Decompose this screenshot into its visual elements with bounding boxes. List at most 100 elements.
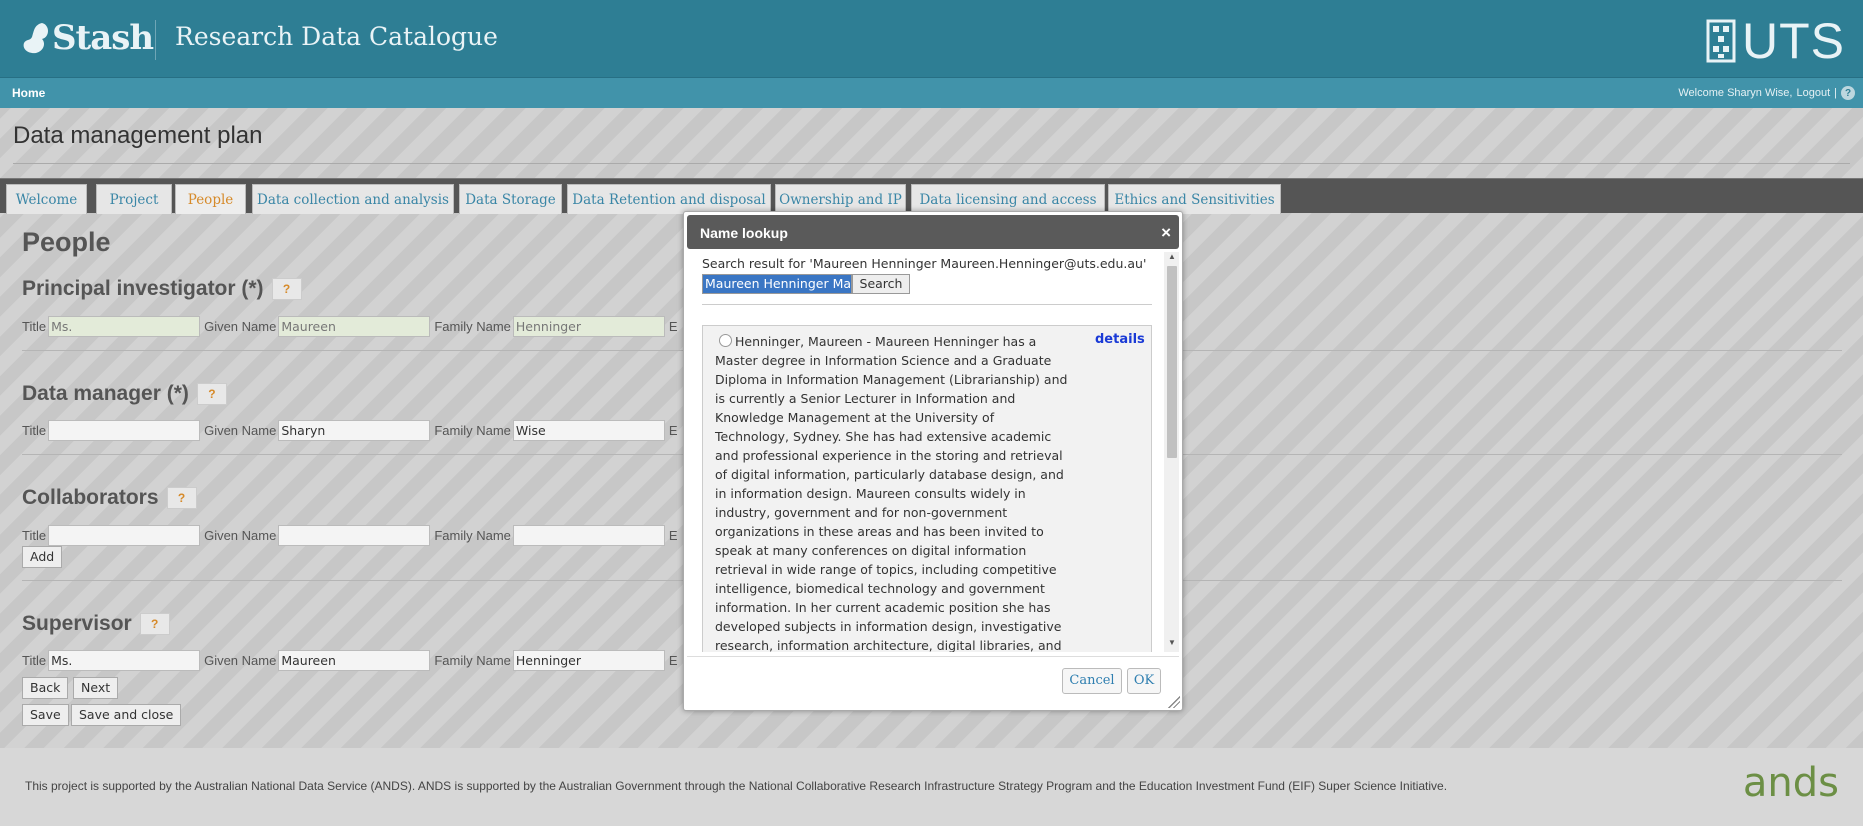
footer-text: This project is supported by the Austral… xyxy=(25,779,1448,793)
user-menu: Welcome Sharyn Wise, Logout | ? xyxy=(1678,86,1855,100)
search-result-item: Henninger, Maureen - Maureen Henninger h… xyxy=(702,325,1152,652)
scroll-down-icon[interactable]: ▼ xyxy=(1168,638,1176,647)
email-label: E xyxy=(668,652,678,668)
nav-pipe: | xyxy=(1834,87,1837,99)
help-button[interactable]: ? xyxy=(139,613,170,636)
title-divider xyxy=(13,163,1850,164)
logout-link[interactable]: Logout xyxy=(1796,87,1830,99)
save-and-close-button[interactable]: Save and close xyxy=(71,704,182,726)
given-name-label: Given Name xyxy=(204,422,277,438)
tab-data-storage[interactable]: Data Storage xyxy=(459,184,562,214)
add-collaborator-button[interactable]: Add xyxy=(22,546,63,568)
dm-title-input[interactable] xyxy=(48,419,201,441)
save-button[interactable]: Save xyxy=(22,704,69,726)
family-name-label: Family Name xyxy=(434,652,511,668)
email-label: E xyxy=(668,422,678,438)
principal-investigator-heading: Principal investigator (*)? xyxy=(22,277,302,301)
collaborators-heading: Collaborators? xyxy=(22,486,197,510)
page-title: Data management plan xyxy=(13,122,263,149)
collaborators-label: Collaborators xyxy=(22,486,159,509)
title-label: Title xyxy=(22,527,47,543)
principal-investigator-label: Principal investigator (*) xyxy=(22,277,264,300)
tab-bar: Welcome Project People Data collection a… xyxy=(0,178,1863,214)
collab-family-name-input[interactable] xyxy=(512,524,665,546)
family-name-label: Family Name xyxy=(434,527,511,543)
title-label: Title xyxy=(22,422,47,438)
dialog-divider xyxy=(702,304,1152,305)
supervisor-row: Title Given Name Family Name E xyxy=(22,649,680,671)
dm-given-name-input[interactable] xyxy=(278,419,431,441)
name-search-input[interactable]: Maureen Henninger Maureen.Henninger@uts.… xyxy=(702,274,852,294)
title-label: Title xyxy=(22,652,47,668)
logo-text: Stash xyxy=(52,18,154,58)
dialog-body: Search result for 'Maureen Henninger Mau… xyxy=(687,252,1167,652)
next-button[interactable]: Next xyxy=(73,677,119,699)
principal-investigator-row: Title Given Name Family Name E xyxy=(22,315,680,337)
help-icon[interactable]: ? xyxy=(1841,86,1855,100)
stash-logo[interactable]: Stash xyxy=(20,18,154,58)
tab-people[interactable]: People xyxy=(175,184,246,214)
uts-logo: UTS xyxy=(1706,16,1845,66)
back-button[interactable]: Back xyxy=(22,677,69,699)
email-label: E xyxy=(668,318,678,334)
dialog-title: Name lookup xyxy=(700,225,788,241)
details-link[interactable]: details xyxy=(1095,332,1145,347)
collab-title-input[interactable] xyxy=(48,524,201,546)
search-result-label: Search result for 'Maureen Henninger Mau… xyxy=(702,256,1147,271)
data-manager-label: Data manager (*) xyxy=(22,382,189,405)
given-name-label: Given Name xyxy=(204,318,277,334)
uts-logo-text: UTS xyxy=(1742,13,1845,69)
given-name-label: Given Name xyxy=(204,652,277,668)
nav-bar: Home Welcome Sharyn Wise, Logout | ? xyxy=(0,78,1863,108)
pi-given-name-input[interactable] xyxy=(278,315,431,337)
dm-family-name-input[interactable] xyxy=(512,419,665,441)
family-name-label: Family Name xyxy=(434,318,511,334)
collab-given-name-input[interactable] xyxy=(278,524,431,546)
supervisor-label: Supervisor xyxy=(22,612,132,635)
family-name-label: Family Name xyxy=(434,422,511,438)
result-description: Henninger, Maureen - Maureen Henninger h… xyxy=(715,334,1068,652)
tab-ethics[interactable]: Ethics and Sensitivities xyxy=(1108,184,1281,214)
ands-logo-text: ands xyxy=(1742,760,1839,806)
dialog-title-bar[interactable]: Name lookup × xyxy=(687,215,1179,249)
email-label: E xyxy=(668,527,678,543)
supervisor-heading: Supervisor? xyxy=(22,612,170,636)
given-name-label: Given Name xyxy=(204,527,277,543)
squirrel-logo-icon xyxy=(23,23,48,54)
tab-data-collection[interactable]: Data collection and analysis xyxy=(252,184,454,214)
welcome-text: Welcome Sharyn Wise, xyxy=(1678,87,1793,99)
site-header: Stash Research Data Catalogue UTS xyxy=(0,0,1863,78)
sup-family-name-input[interactable] xyxy=(512,649,665,671)
close-icon[interactable]: × xyxy=(1161,223,1171,243)
tab-project[interactable]: Project xyxy=(96,184,172,214)
tab-ownership[interactable]: Ownership and IP xyxy=(775,184,906,214)
help-button[interactable]: ? xyxy=(166,487,197,510)
ok-button[interactable]: OK xyxy=(1127,668,1161,694)
data-manager-row: Title Given Name Family Name E xyxy=(22,419,680,441)
tab-data-retention[interactable]: Data Retention and disposal xyxy=(567,184,771,214)
scroll-thumb[interactable] xyxy=(1167,266,1177,458)
ands-logo-icon: ands xyxy=(1743,760,1839,806)
help-button[interactable]: ? xyxy=(271,278,302,301)
pi-title-input[interactable] xyxy=(48,315,201,337)
resize-grip-icon[interactable] xyxy=(1168,696,1180,708)
nav-home-link[interactable]: Home xyxy=(12,86,45,100)
footer: This project is supported by the Austral… xyxy=(0,748,1863,826)
site-title: Research Data Catalogue xyxy=(175,22,498,51)
sup-given-name-input[interactable] xyxy=(278,649,431,671)
logo-divider xyxy=(155,20,156,60)
sup-title-input[interactable] xyxy=(48,649,201,671)
people-heading: People xyxy=(22,227,111,257)
name-lookup-dialog: Name lookup × Search result for 'Maureen… xyxy=(683,211,1183,711)
tab-data-licensing[interactable]: Data licensing and access xyxy=(911,184,1105,214)
pi-family-name-input[interactable] xyxy=(512,315,665,337)
uts-logo-icon xyxy=(1706,19,1736,63)
dialog-footer-divider xyxy=(687,656,1179,657)
scroll-up-icon[interactable]: ▲ xyxy=(1168,252,1176,261)
cancel-button[interactable]: Cancel xyxy=(1062,668,1122,694)
title-label: Title xyxy=(22,318,47,334)
tab-welcome[interactable]: Welcome xyxy=(6,184,87,214)
dialog-scrollbar[interactable]: ▲ ▼ xyxy=(1164,252,1179,652)
help-button[interactable]: ? xyxy=(196,383,227,406)
search-button[interactable]: Search xyxy=(852,274,910,294)
